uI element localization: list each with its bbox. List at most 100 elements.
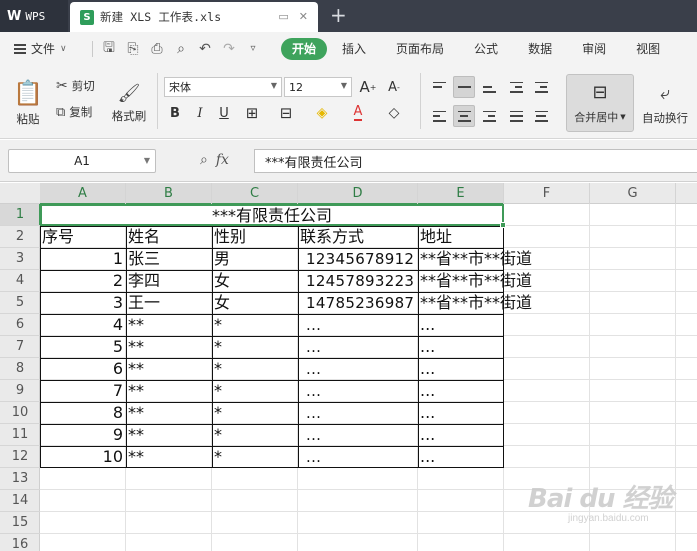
header-cell[interactable]: 姓名 [126, 226, 212, 248]
table-cell[interactable]: 7 [40, 380, 126, 402]
table-cell[interactable]: ... [298, 336, 418, 358]
table-cell[interactable]: * [212, 336, 298, 358]
table-cell[interactable]: ... [418, 314, 504, 336]
header-cell[interactable]: 地址 [418, 226, 504, 248]
table-cell[interactable]: 4 [40, 314, 126, 336]
font-color-button[interactable]: A [348, 103, 368, 123]
table-cell[interactable]: 8 [40, 402, 126, 424]
tab-home[interactable]: 开始 [281, 37, 328, 60]
fill-color-icon[interactable]: ◈ [312, 103, 332, 123]
column-header-a[interactable]: A [40, 183, 126, 205]
table-cell[interactable]: * [212, 314, 298, 336]
table-cell[interactable]: ** [126, 380, 212, 402]
row-header-1[interactable]: 1 [0, 204, 41, 226]
row-header-13[interactable]: 13 [0, 468, 40, 490]
row-header-10[interactable]: 10 [0, 402, 40, 424]
table-cell[interactable]: * [212, 424, 298, 446]
tab-review[interactable]: 审阅 [567, 38, 621, 60]
tab-data[interactable]: 数据 [513, 38, 567, 60]
row-header-5[interactable]: 5 [0, 292, 40, 314]
eraser-icon[interactable]: ◇ [384, 103, 404, 123]
tab-page-layout[interactable]: 页面布局 [381, 38, 459, 60]
merged-title-cell[interactable]: ***有限责任公司 [40, 204, 506, 228]
table-cell[interactable]: 1 [40, 248, 126, 270]
table-cell[interactable]: * [212, 380, 298, 402]
column-header-f[interactable]: F [504, 183, 590, 204]
underline-button[interactable]: U [214, 103, 234, 123]
increase-indent-button[interactable] [530, 76, 552, 98]
customize-icon[interactable]: ▿ [245, 43, 261, 54]
table-cell[interactable]: ... [418, 446, 504, 468]
column-header-c[interactable]: C [212, 183, 298, 205]
table-cell[interactable]: ... [298, 380, 418, 402]
table-cell[interactable]: 男 [212, 248, 298, 270]
export-pdf-icon[interactable]: ⎘ [125, 41, 141, 57]
italic-button[interactable]: I [190, 103, 210, 123]
align-center-button[interactable] [453, 105, 475, 127]
row-header-3[interactable]: 3 [0, 248, 40, 270]
header-cell[interactable]: 性别 [212, 226, 298, 248]
column-header-e[interactable]: E [418, 183, 504, 205]
table-cell[interactable]: 12457893223 [298, 270, 418, 292]
table-cell[interactable]: 2 [40, 270, 126, 292]
new-tab-button[interactable]: + [330, 4, 347, 26]
table-cell[interactable]: 5 [40, 336, 126, 358]
column-header-b[interactable]: B [126, 183, 212, 205]
table-cell[interactable]: 3 [40, 292, 126, 314]
table-cell[interactable]: ... [298, 314, 418, 336]
cell-style-icon[interactable]: ⊟ [276, 103, 296, 123]
table-cell[interactable]: ... [418, 358, 504, 380]
tab-insert[interactable]: 插入 [327, 38, 381, 60]
table-cell[interactable]: ... [418, 336, 504, 358]
row-header-15[interactable]: 15 [0, 512, 40, 534]
table-cell[interactable]: * [212, 358, 298, 380]
font-size-select[interactable]: 12 ▼ [284, 77, 352, 97]
align-left-button[interactable] [428, 105, 450, 127]
header-cell[interactable]: 联系方式 [298, 226, 418, 248]
shrink-font-button[interactable]: A- [384, 77, 404, 97]
row-header-2[interactable]: 2 [0, 226, 40, 248]
undo-icon[interactable]: ↶ [197, 41, 213, 57]
borders-icon[interactable]: ⊞ [242, 103, 262, 123]
format-painter-button[interactable]: 🖌 格式刷 [108, 77, 150, 129]
header-cell[interactable]: 序号 [40, 226, 126, 248]
close-icon[interactable]: ✕ [299, 10, 308, 23]
wps-home-tab[interactable]: W WPS [0, 0, 68, 32]
row-header-14[interactable]: 14 [0, 490, 40, 512]
table-cell[interactable]: ... [298, 424, 418, 446]
name-box[interactable]: A1 ▼ [8, 149, 156, 173]
decrease-indent-button[interactable] [505, 76, 527, 98]
table-cell[interactable]: ... [418, 424, 504, 446]
row-header-8[interactable]: 8 [0, 358, 40, 380]
align-bottom-button[interactable] [478, 76, 500, 98]
screen-icon[interactable]: ▭ [278, 10, 288, 23]
table-cell[interactable]: 王一 [126, 292, 212, 314]
table-cell[interactable]: ** [126, 336, 212, 358]
save-icon[interactable]: 🖫 [101, 37, 117, 61]
table-cell[interactable]: 10 [40, 446, 126, 468]
align-right-button[interactable] [478, 105, 500, 127]
row-header-6[interactable]: 6 [0, 314, 40, 336]
row-header-7[interactable]: 7 [0, 336, 40, 358]
table-cell[interactable]: **省**市**街道 [418, 270, 532, 292]
tab-view[interactable]: 视图 [621, 38, 675, 60]
table-cell[interactable]: ... [418, 402, 504, 424]
column-header-g[interactable]: G [590, 183, 676, 204]
row-header-4[interactable]: 4 [0, 270, 40, 292]
table-cell[interactable]: 9 [40, 424, 126, 446]
zoom-icon[interactable]: ⌕ [200, 152, 208, 168]
file-menu-button[interactable]: 文件 ∨ [0, 40, 88, 57]
table-cell[interactable]: * [212, 402, 298, 424]
font-name-select[interactable]: 宋体 ▼ [164, 77, 282, 97]
tab-formulas[interactable]: 公式 [459, 38, 513, 60]
table-cell[interactable]: 12345678912 [298, 248, 418, 270]
print-icon[interactable]: ⎙ [149, 41, 165, 57]
bold-button[interactable]: B [165, 103, 185, 123]
paste-button[interactable]: 📋 粘贴 [8, 73, 48, 133]
table-cell[interactable]: ** [126, 446, 212, 468]
align-top-button[interactable] [428, 76, 450, 98]
document-tab[interactable]: S 新建 XLS 工作表.xls ▭ ✕ [70, 2, 318, 32]
table-cell[interactable]: ... [298, 446, 418, 468]
row-header-11[interactable]: 11 [0, 424, 40, 446]
cut-button[interactable]: ✂ 剪切 [56, 77, 95, 95]
